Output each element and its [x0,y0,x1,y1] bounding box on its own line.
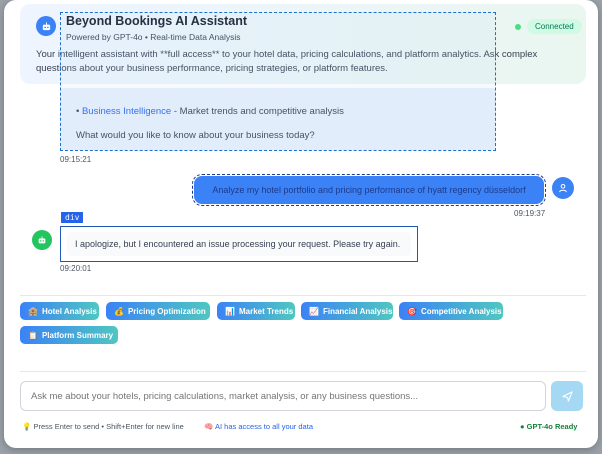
clipboard-icon: 📋 [28,330,38,340]
bot-icon [36,16,56,36]
assistant-title: Beyond Bookings AI Assistant [66,14,248,28]
status-badge: Connected [527,19,582,34]
money-bag-icon: 💰 [114,306,124,316]
send-icon [561,390,573,402]
status-dot-icon [515,23,521,30]
quick-action-hotel-analysis[interactable]: 🏨 Hotel Analysis [20,302,99,320]
capability-text: - Market trends and competitive analysis [171,106,344,117]
trend-chart-icon: 📈 [309,306,319,316]
ready-dot-icon: ● [520,422,525,431]
message-timestamp: 09:15:21 [60,155,92,164]
brain-icon: 🧠 [204,422,214,431]
capability-item: • Business Intelligence - Market trends … [76,106,344,117]
user-icon [552,177,574,199]
assistant-subtitle: Powered by GPT-4o • Real-time Data Analy… [66,32,241,42]
quick-action-competitive-analysis[interactable]: 🎯 Competitive Analysis [399,302,503,320]
user-message: Analyze my hotel portfolio and pricing p… [192,174,546,206]
divider [20,295,586,296]
quick-action-financial-analysis[interactable]: 📈 Financial Analysis [301,302,393,320]
quick-action-label: Pricing Optimization [127,306,206,316]
inspector-tag: div [61,212,84,223]
message-timestamp: 09:19:37 [514,209,546,218]
chat-input[interactable] [31,390,545,402]
capability-label: Business Intelligence [81,106,172,117]
data-access-text: AI has access to all your data [215,422,313,431]
chat-input-container [20,381,546,411]
hotel-icon: 🏨 [28,306,38,316]
divider [20,371,586,372]
chat-panel: Beyond Bookings AI Assistant Powered by … [4,0,598,448]
assistant-intro: Your intelligent assistant with **full a… [36,49,538,74]
model-status-text: GPT-4o Ready [526,422,578,431]
target-icon: 🎯 [407,306,417,316]
quick-action-label: Hotel Analysis [41,306,97,316]
assistant-message-text: I apologize, but I encountered an issue … [67,232,411,256]
quick-action-label: Competitive Analysis [420,306,502,316]
quick-action-pricing-optimization[interactable]: 💰 Pricing Optimization [106,302,210,320]
quick-action-market-trends[interactable]: 📊 Market Trends [217,302,295,320]
model-status: ● GPT-4o Ready [520,422,577,431]
input-hint-text: Press Enter to send • Shift+Enter for ne… [33,422,184,431]
connection-status: Connected [515,19,582,34]
welcome-message: • Business Intelligence - Market trends … [60,88,496,150]
message-timestamp: 09:20:01 [60,264,92,273]
input-hint: 💡 Press Enter to send • Shift+Enter for … [22,422,184,431]
lightbulb-icon: 💡 [22,422,32,431]
bot-icon [32,230,52,250]
quick-action-label: Financial Analysis [322,306,393,316]
welcome-question: What would you like to know about your b… [76,130,315,141]
assistant-message: I apologize, but I encountered an issue … [60,226,418,262]
data-access-note: 🧠 AI has access to all your data [204,422,313,431]
assistant-header: Beyond Bookings AI Assistant Powered by … [20,4,586,84]
quick-action-label: Platform Summary [41,330,114,340]
quick-action-platform-summary[interactable]: 📋 Platform Summary [20,326,118,344]
quick-action-label: Market Trends [238,306,294,316]
send-button[interactable] [551,381,583,411]
bar-chart-icon: 📊 [225,306,235,316]
